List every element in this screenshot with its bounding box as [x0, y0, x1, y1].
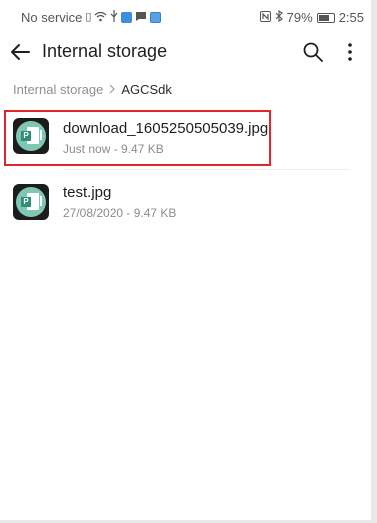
breadcrumb: Internal storage AGCSdk — [13, 82, 172, 97]
nfc-icon — [259, 10, 271, 25]
breadcrumb-root[interactable]: Internal storage — [13, 82, 103, 97]
image-file-icon: P — [13, 184, 49, 220]
status-left: No service ▯ — [21, 10, 162, 25]
app-bar: Internal storage — [0, 32, 371, 72]
back-arrow-icon — [11, 44, 30, 60]
app-notification-icon-2 — [150, 12, 162, 23]
usb-icon — [110, 10, 118, 25]
battery-percent: 79% — [286, 10, 313, 25]
app-notification-icon — [121, 12, 133, 23]
file-manager-screen: No service ▯ 79% 2:55 Internal storage I… — [0, 0, 371, 523]
bluetooth-icon — [275, 9, 283, 25]
chat-icon — [135, 10, 147, 25]
more-options-button[interactable] — [338, 38, 362, 66]
divider — [63, 169, 349, 170]
carrier-text: No service — [21, 10, 83, 25]
more-vertical-icon — [348, 43, 352, 61]
breadcrumb-current: AGCSdk — [121, 82, 172, 97]
wifi-icon — [94, 10, 107, 25]
highlight-box — [4, 110, 271, 166]
frame-edge — [371, 0, 377, 523]
status-bar: No service ▯ 79% 2:55 — [0, 0, 371, 32]
list-item[interactable]: P test.jpg 27/08/2020 - 9.47 KB — [0, 172, 371, 234]
sim-icon: ▯ — [85, 11, 92, 23]
search-button[interactable] — [299, 38, 327, 66]
search-icon — [303, 42, 323, 62]
status-right: 79% 2:55 — [259, 9, 364, 25]
battery-icon — [316, 12, 335, 23]
file-name: test.jpg — [63, 184, 112, 201]
back-button[interactable] — [6, 38, 34, 66]
clock: 2:55 — [338, 10, 364, 25]
chevron-right-icon — [109, 82, 116, 97]
file-meta: 27/08/2020 - 9.47 KB — [63, 206, 177, 220]
page-title: Internal storage — [42, 41, 168, 61]
